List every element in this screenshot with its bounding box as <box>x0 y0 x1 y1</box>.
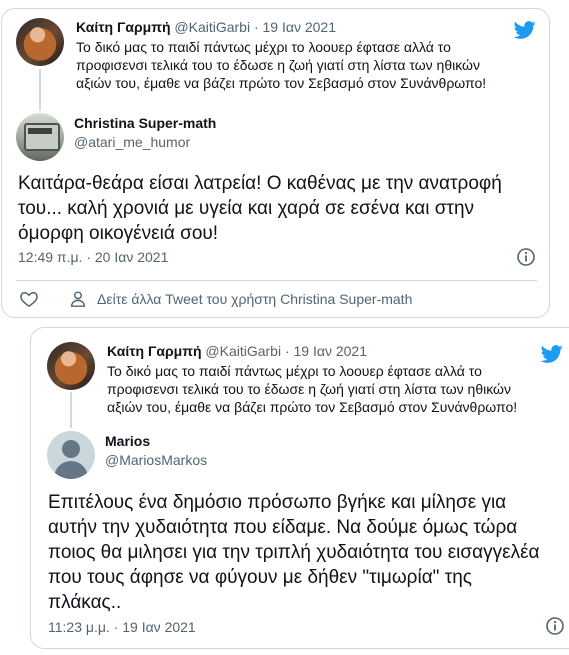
reply-text-line: Επιτέλους ένα δημόσιο πρόσωπο βγήκε και … <box>48 492 507 513</box>
quoted-date[interactable]: · 19 Ιαν 2021 <box>285 343 367 359</box>
quoted-text-line: Το δικό μας το παιδί πάντως μέχρι το λοο… <box>76 39 451 55</box>
quoted-tweet[interactable]: Καίτη Γαρμπή @KaitiGarbi · 19 Ιαν 2021 Τ… <box>16 18 486 92</box>
reply-timestamp[interactable]: 12:49 π.μ. · 20 Ιαν 2021 <box>18 249 168 265</box>
quoted-tweet[interactable]: Καίτη Γαρμπή @KaitiGarbi · 19 Ιαν 2021 Τ… <box>47 342 517 416</box>
quoted-text-line: προφισενσι τελικά του το έδωσε η ζωή για… <box>107 381 511 397</box>
avatar-kaiti[interactable] <box>47 342 95 390</box>
info-icon[interactable] <box>516 247 536 267</box>
more-tweets-link[interactable]: Δείτε άλλα Tweet του χρήστη Christina Su… <box>97 291 412 307</box>
divider <box>16 280 537 281</box>
reply-author-handle[interactable]: @atari_me_humor <box>74 133 216 151</box>
reply-author[interactable]: Christina Super-math @atari_me_humor <box>16 113 216 161</box>
default-avatar-head <box>62 440 80 458</box>
thread-connector <box>39 69 41 111</box>
quoted-tweet-text: Το δικό μας το παιδί πάντως μέχρι το λοο… <box>107 362 517 416</box>
avatar-christina[interactable] <box>16 113 64 161</box>
reply-text-line: Καιτάρα-θεάρα είσαι λατρεία! Ο καθένας μ… <box>18 173 502 194</box>
reply-text-line: ποιος θα μιλησει για την τριπλή χυδαιότη… <box>48 542 540 563</box>
quoted-author-handle[interactable]: @KaitiGarbi <box>205 343 281 359</box>
quoted-author-handle[interactable]: @KaitiGarbi <box>174 19 250 35</box>
avatar-marios[interactable] <box>47 431 95 479</box>
reply-author-handle[interactable]: @MariosMarkos <box>105 451 207 469</box>
heart-icon[interactable] <box>19 289 39 309</box>
default-avatar-body <box>54 461 88 479</box>
avatar-kaiti[interactable] <box>16 18 64 66</box>
reply-author-name[interactable]: Christina Super-math <box>74 113 216 133</box>
quoted-text-line: αξιών του, έμαθε να βάζει πρώτο τον Σεβα… <box>76 75 487 91</box>
reply-tweet-text: Επιτέλους ένα δημόσιο πρόσωπο βγήκε και … <box>48 490 540 615</box>
reply-author-name[interactable]: Marios <box>105 431 207 451</box>
quoted-text-line: Το δικό μας το παιδί πάντως μέχρι το λοο… <box>107 363 482 379</box>
reply-author[interactable]: Marios @MariosMarkos <box>47 431 207 479</box>
info-icon[interactable] <box>545 616 565 636</box>
person-icon[interactable] <box>69 290 87 308</box>
quoted-text-line: αξιών του, έμαθε να βάζει πρώτο τον Σεβα… <box>107 399 518 415</box>
tweet-card-christina[interactable]: Καίτη Γαρμπή @KaitiGarbi · 19 Ιαν 2021 Τ… <box>1 8 550 318</box>
reply-timestamp[interactable]: 11:23 μ.μ. · 19 Ιαν 2021 <box>48 619 196 635</box>
reply-text-line: του... καλή χρονιά με υγεία και χαρά σε … <box>18 198 475 219</box>
reply-text-line: που τους άφησε να φύγουν με δήθεν "τιμωρ… <box>48 567 472 588</box>
tweet-card-marios[interactable]: Καίτη Γαρμπή @KaitiGarbi · 19 Ιαν 2021 Τ… <box>30 327 569 649</box>
quoted-author-name[interactable]: Καίτη Γαρμπή <box>76 19 171 35</box>
quoted-date[interactable]: · 19 Ιαν 2021 <box>254 19 336 35</box>
quoted-text-line: προφισενσι τελικά του το έδωσε η ζωή για… <box>76 57 480 73</box>
quoted-tweet-text: Το δικό μας το παιδί πάντως μέχρι το λοο… <box>76 38 486 92</box>
twitter-bird-icon[interactable] <box>512 19 538 41</box>
quoted-author-name[interactable]: Καίτη Γαρμπή <box>107 343 202 359</box>
reply-text-line: πλάκας.. <box>48 592 122 613</box>
twitter-bird-icon[interactable] <box>539 343 565 365</box>
thread-connector <box>70 392 72 428</box>
tweet-actions: Δείτε άλλα Tweet του χρήστη Christina Su… <box>19 289 412 309</box>
reply-text-line: όμορφη οικογένειά σου! <box>18 223 219 244</box>
reply-tweet-text: Καιτάρα-θεάρα είσαι λατρεία! Ο καθένας μ… <box>18 171 502 246</box>
reply-text-line: αυτήν την χυδαιότητα που είδαμε. Να δούμ… <box>48 517 518 538</box>
